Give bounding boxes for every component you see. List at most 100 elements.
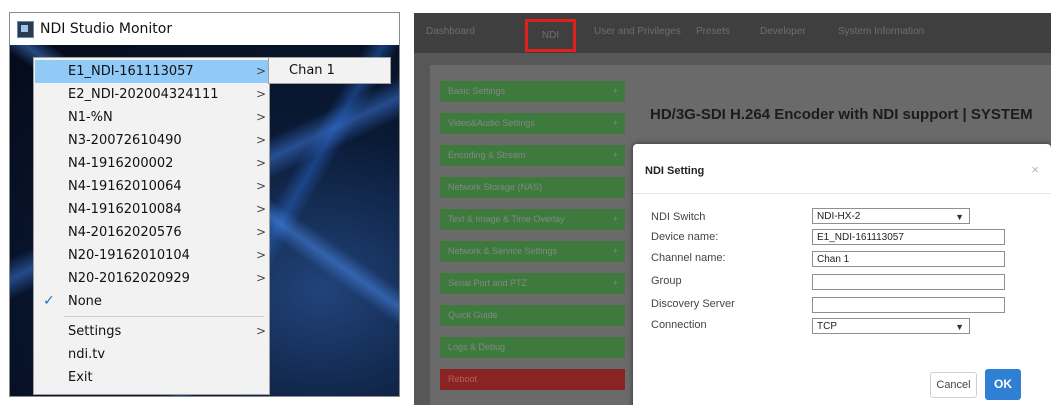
sidebar-item-label: Quick Guide	[448, 310, 498, 320]
menu-item-label: Settings	[68, 324, 122, 339]
menu-item-label: N4-1916200002	[68, 156, 174, 171]
discovery-server-label: Discovery Server	[651, 298, 735, 310]
connection-value: TCP	[817, 321, 837, 332]
page-title: HD/3G-SDI H.264 Encoder with NDI support…	[650, 106, 1033, 123]
ndi-setting-dialog: NDI Setting × NDI Switch NDI-HX-2 ▼ Devi…	[633, 144, 1051, 405]
web-ui: Dashboard NDI User and Privileges Preset…	[414, 13, 1051, 405]
chevron-right-icon: >	[256, 324, 267, 338]
menu-item-source[interactable]: E1_NDI-161113057 >	[35, 60, 268, 83]
chevron-right-icon: >	[256, 156, 267, 170]
sidebar-item-serial-ptz[interactable]: Serial Port and PTZ +	[440, 273, 625, 294]
sidebar-item-overlay[interactable]: Text & Image & Time Overlay +	[440, 209, 625, 230]
menu-item-source[interactable]: N1-%N >	[35, 106, 268, 129]
plus-icon: +	[612, 278, 618, 288]
sidebar-item-network-service[interactable]: Network & Service Settings +	[440, 241, 625, 262]
menu-item-label: E1_NDI-161113057	[68, 64, 194, 79]
menu-item-none[interactable]: ✓ None	[35, 290, 268, 313]
sidebar-item-label: Network & Service Settings	[448, 246, 558, 256]
group-label: Group	[651, 275, 682, 287]
sidebar-item-label: Basic Settings	[448, 86, 506, 96]
sidebar-item-label: Reboot	[448, 374, 478, 384]
menu-item-source[interactable]: N4-1916200002 >	[35, 152, 268, 175]
nav-ndi-label: NDI	[541, 30, 560, 41]
menu-item-label: N1-%N	[68, 110, 113, 125]
chevron-down-icon: ▼	[955, 212, 964, 222]
menu-item-label: N4-20162020576	[68, 225, 182, 240]
ndi-app-icon	[17, 20, 34, 38]
sidebar-item-label: Video&Audio Settings	[448, 118, 535, 128]
device-name-input[interactable]: E1_NDI-161113057	[812, 229, 1005, 245]
menu-item-label: N4-19162010064	[68, 179, 182, 194]
nav-system-information[interactable]: System Information	[838, 26, 924, 37]
menu-item-source[interactable]: N3-20072610490 >	[35, 129, 268, 152]
menu-item-exit[interactable]: Exit	[35, 366, 268, 389]
menu-item-label: N20-19162010104	[68, 248, 190, 263]
menu-item-label: Exit	[68, 370, 93, 385]
menu-item-source[interactable]: N4-19162010084 >	[35, 198, 268, 221]
cancel-button[interactable]: Cancel	[930, 372, 977, 398]
context-menu: E1_NDI-161113057 > E2_NDI-202004324111 >…	[33, 57, 270, 395]
reboot-button[interactable]: Reboot	[440, 369, 625, 390]
nav-presets[interactable]: Presets	[696, 26, 730, 37]
top-nav: Dashboard NDI User and Privileges Preset…	[414, 13, 1051, 53]
sidebar-item-label: Network Storage (NAS)	[448, 182, 543, 192]
plus-icon: +	[612, 118, 618, 128]
plus-icon: +	[612, 150, 618, 160]
discovery-server-input[interactable]	[812, 297, 1005, 313]
checkmark-icon: ✓	[43, 293, 55, 309]
menu-item-settings[interactable]: Settings >	[35, 320, 268, 343]
sidebar-item-quick-guide[interactable]: Quick Guide	[440, 305, 625, 326]
sidebar-item-encoding-stream[interactable]: Encoding & Stream +	[440, 145, 625, 166]
channel-name-label: Channel name:	[651, 252, 726, 264]
channel-name-input[interactable]: Chan 1	[812, 251, 1005, 267]
group-input[interactable]	[812, 274, 1005, 290]
chevron-right-icon: >	[256, 133, 267, 147]
window-title: NDI Studio Monitor	[40, 21, 173, 37]
nav-user-privileges[interactable]: User and Privileges	[594, 26, 681, 37]
sidebar-item-label: Encoding & Stream	[448, 150, 526, 160]
chevron-right-icon: >	[256, 110, 267, 124]
menu-item-source[interactable]: N20-19162010104 >	[35, 244, 268, 267]
window-titlebar: NDI Studio Monitor	[10, 13, 399, 45]
sidebar-item-video-audio[interactable]: Video&Audio Settings +	[440, 113, 625, 134]
ndi-switch-select[interactable]: NDI-HX-2 ▼	[812, 208, 970, 224]
ndi-studio-monitor-panel: NDI Studio Monitor E1_NDI-161113057 > E2…	[0, 0, 404, 405]
sidebar-item-logs-debug[interactable]: Logs & Debug	[440, 337, 625, 358]
nav-ndi[interactable]: NDI	[525, 19, 576, 52]
menu-item-source[interactable]: E2_NDI-202004324111 >	[35, 83, 268, 106]
menu-item-source[interactable]: N4-20162020576 >	[35, 221, 268, 244]
dialog-title: NDI Setting	[645, 165, 705, 177]
web-ui-panel: Dashboard NDI User and Privileges Preset…	[404, 0, 1051, 405]
ndi-switch-label: NDI Switch	[651, 211, 706, 223]
sidebar-item-label: Logs & Debug	[448, 342, 506, 352]
sidebar-item-label: Text & Image & Time Overlay	[448, 214, 565, 224]
ndi-switch-value: NDI-HX-2	[817, 211, 861, 222]
close-icon[interactable]: ×	[1031, 162, 1039, 177]
dialog-divider	[633, 193, 1051, 194]
ok-button[interactable]: OK	[985, 369, 1021, 400]
plus-icon: +	[612, 214, 618, 224]
nav-dashboard[interactable]: Dashboard	[426, 26, 475, 37]
menu-item-ndi-tv[interactable]: ndi.tv	[35, 343, 268, 366]
plus-icon: +	[612, 246, 618, 256]
menu-item-source[interactable]: N4-19162010064 >	[35, 175, 268, 198]
chevron-right-icon: >	[256, 225, 267, 239]
plus-icon: +	[612, 86, 618, 96]
chevron-right-icon: >	[256, 64, 267, 78]
menu-item-source[interactable]: N20-20162020929 >	[35, 267, 268, 290]
chevron-down-icon: ▼	[955, 322, 964, 332]
device-name-label: Device name:	[651, 231, 719, 243]
connection-select[interactable]: TCP ▼	[812, 318, 970, 334]
menu-item-label: ndi.tv	[68, 347, 106, 362]
sidebar-item-network-storage[interactable]: Network Storage (NAS)	[440, 177, 625, 198]
connection-label: Connection	[651, 319, 707, 331]
menu-item-label: N3-20072610490	[68, 133, 182, 148]
chevron-right-icon: >	[256, 271, 267, 285]
menu-separator	[64, 316, 264, 317]
submenu-item-chan-1[interactable]: Chan 1	[268, 57, 391, 84]
nav-developer[interactable]: Developer	[760, 26, 806, 37]
chevron-right-icon: >	[256, 202, 267, 216]
menu-item-label: N20-20162020929	[68, 271, 190, 286]
sidebar-item-basic-settings[interactable]: Basic Settings +	[440, 81, 625, 102]
sidebar-item-label: Serial Port and PTZ	[448, 278, 528, 288]
